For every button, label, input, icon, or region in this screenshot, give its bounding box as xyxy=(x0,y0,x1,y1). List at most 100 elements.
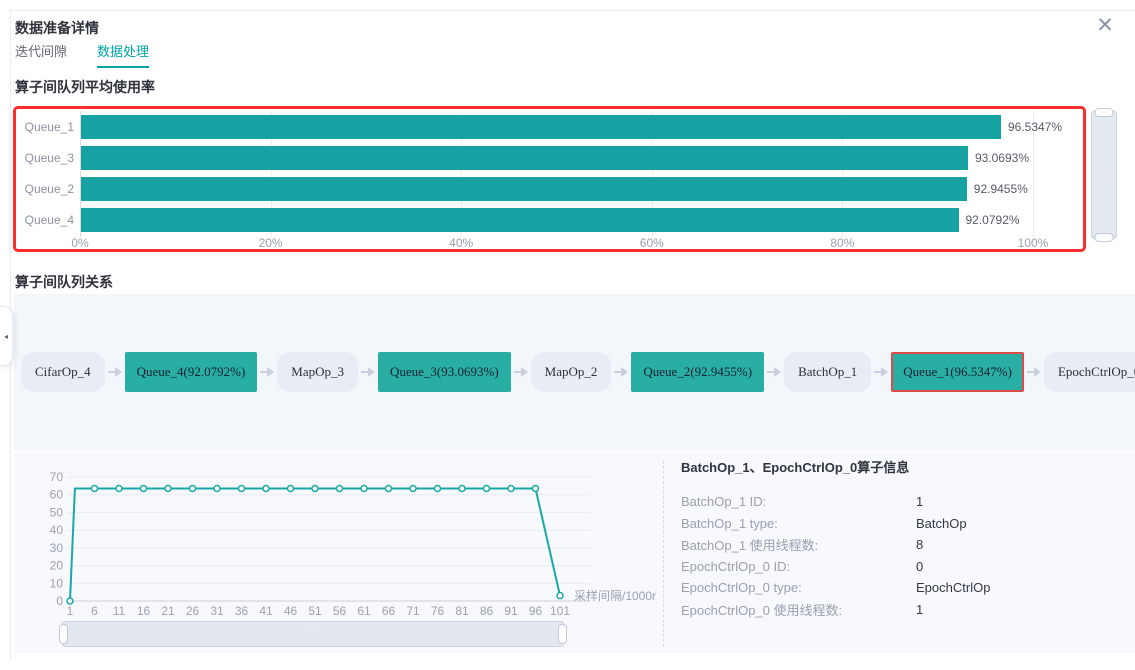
data-point-marker[interactable] xyxy=(557,593,563,599)
tab-data-processing[interactable]: 数据处理 xyxy=(97,41,149,68)
info-row-value: 8 xyxy=(916,537,923,552)
horizontal-scrollbar[interactable]: ⋯ xyxy=(62,621,564,647)
x-axis-tick-label: 51 xyxy=(308,604,322,618)
tab-bar: 迭代间隙 数据处理 xyxy=(15,41,149,68)
data-point-marker[interactable] xyxy=(263,486,269,492)
y-axis-tick-label: 20 xyxy=(50,559,64,573)
x-axis-tick-label: 61 xyxy=(357,604,371,618)
y-axis-tick-label: 60 xyxy=(50,488,64,502)
x-axis-tick-label: 66 xyxy=(382,604,396,618)
y-axis-tick-label: 0 xyxy=(56,594,63,608)
x-axis-tick-label: 11 xyxy=(113,604,126,618)
section-title-queue-usage: 算子间队列平均使用率 xyxy=(15,77,155,97)
bar-value-label: 96.5347% xyxy=(1008,120,1062,134)
bar-plot-area: 0%20%40%60%80%100%Queue_196.5347%Queue_3… xyxy=(16,109,1083,249)
data-point-marker[interactable] xyxy=(67,598,73,604)
bar-value-label: 92.9455% xyxy=(974,182,1028,196)
data-point-marker[interactable] xyxy=(214,486,220,492)
detail-panel: 0102030405060701611162126313641465156616… xyxy=(14,453,1135,654)
info-row-value: 1 xyxy=(916,494,923,509)
x-axis-tick-label: 36 xyxy=(235,604,249,618)
flow-node-queue_4[interactable]: Queue_4(92.0792%) xyxy=(125,352,258,392)
x-axis-tick-label: 101 xyxy=(550,604,570,618)
flow-node-batchop_1[interactable]: BatchOp_1 xyxy=(784,352,871,392)
x-axis-tick-label: 100% xyxy=(1003,236,1063,250)
flow-node-queue_2[interactable]: Queue_2(92.9455%) xyxy=(631,352,764,392)
bar-category-label: Queue_2 xyxy=(16,182,74,196)
flow-node-queue_1[interactable]: Queue_1(96.5347%) xyxy=(891,352,1024,392)
data-point-marker[interactable] xyxy=(141,486,147,492)
scrollbar-grip-icon: ⋯⋯ xyxy=(1100,171,1109,179)
info-row: EpochCtrlOp_0 type:EpochCtrlOp xyxy=(681,577,1121,599)
data-point-marker[interactable] xyxy=(190,486,196,492)
x-axis-tick-label: 26 xyxy=(186,604,200,618)
x-axis-tick-label: 46 xyxy=(284,604,298,618)
y-axis-tick-label: 10 xyxy=(50,576,64,590)
data-point-marker[interactable] xyxy=(337,486,343,492)
data-point-marker[interactable] xyxy=(116,486,122,492)
info-row-value: BatchOp xyxy=(916,516,967,531)
pipeline-node-row: CifarOp_4 Queue_4(92.0792%) MapOp_3 Queue_3… xyxy=(21,350,1103,394)
x-axis-tick-label: 56 xyxy=(333,604,347,618)
x-axis-tick-label: 80% xyxy=(812,236,872,250)
flow-node-epochctrlop_0[interactable]: EpochCtrlOp_0 xyxy=(1044,352,1135,392)
x-axis-tick-label: 31 xyxy=(210,604,224,618)
bar-category-label: Queue_4 xyxy=(16,213,74,227)
x-axis-tick-label: 21 xyxy=(161,604,175,618)
x-axis-tick-label: 60% xyxy=(622,236,682,250)
data-point-marker[interactable] xyxy=(165,486,171,492)
page-title: 数据准备详情 xyxy=(15,18,99,38)
data-point-marker[interactable] xyxy=(435,486,441,492)
collapse-panel-button[interactable]: ◂ xyxy=(0,306,13,366)
queue-relation-diagram: CifarOp_4 Queue_4(92.0792%) MapOp_3 Queue_3… xyxy=(14,294,1135,450)
data-point-marker[interactable] xyxy=(386,486,392,492)
usage-bar[interactable] xyxy=(81,177,967,201)
usage-bar[interactable] xyxy=(81,146,968,170)
flow-node-mapop_3[interactable]: MapOp_3 xyxy=(277,352,358,392)
scrollbar-handle-right[interactable] xyxy=(558,624,567,644)
queue-sampling-line-chart[interactable]: 0102030405060701611162126313641465156616… xyxy=(34,461,664,623)
flow-arrow-icon xyxy=(361,371,373,373)
x-axis-tick-label: 40% xyxy=(431,236,491,250)
data-point-marker[interactable] xyxy=(459,486,465,492)
info-row: BatchOp_1 使用线程数:8 xyxy=(681,534,1121,556)
data-point-marker[interactable] xyxy=(92,486,98,492)
panel-divider xyxy=(663,461,664,647)
flow-node-cifarop_4[interactable]: CifarOp_4 xyxy=(21,352,105,392)
info-row-label: BatchOp_1 使用线程数: xyxy=(681,535,916,554)
data-point-marker[interactable] xyxy=(312,486,318,492)
bar-category-label: Queue_1 xyxy=(16,120,74,134)
vertical-scrollbar[interactable]: ⋯⋯ xyxy=(1091,111,1117,239)
scrollbar-handle-bottom[interactable] xyxy=(1095,233,1114,242)
flow-node-queue_3[interactable]: Queue_3(93.0693%) xyxy=(378,352,511,392)
section-title-queue-relation: 算子间队列关系 xyxy=(15,272,113,292)
close-icon[interactable]: ✕ xyxy=(1092,13,1118,39)
scrollbar-handle-left[interactable] xyxy=(59,624,68,644)
usage-bar[interactable] xyxy=(81,115,1001,139)
info-row-label: EpochCtrlOp_0 type: xyxy=(681,580,916,595)
tab-iteration-gap[interactable]: 迭代间隙 xyxy=(15,41,67,68)
flow-node-mapop_2[interactable]: MapOp_2 xyxy=(531,352,612,392)
x-axis-tick-label: 6 xyxy=(91,604,98,618)
data-point-marker[interactable] xyxy=(239,486,245,492)
info-row-label: EpochCtrlOp_0 使用线程数: xyxy=(681,600,916,619)
data-point-marker[interactable] xyxy=(410,486,416,492)
data-point-marker[interactable] xyxy=(508,486,514,492)
data-point-marker[interactable] xyxy=(533,486,539,492)
flow-arrow-icon xyxy=(874,371,886,373)
data-point-marker[interactable] xyxy=(288,486,294,492)
bar-value-label: 92.0792% xyxy=(966,213,1020,227)
data-point-marker[interactable] xyxy=(361,486,367,492)
info-row-label: EpochCtrlOp_0 ID: xyxy=(681,559,916,574)
flow-arrow-icon xyxy=(767,371,779,373)
info-row-label: BatchOp_1 type: xyxy=(681,516,916,531)
chevron-left-icon: ◂ xyxy=(4,332,8,341)
x-axis-tick-label: 41 xyxy=(259,604,273,618)
x-axis-tick-label: 81 xyxy=(455,604,469,618)
flow-arrow-icon xyxy=(614,371,626,373)
usage-bar[interactable] xyxy=(81,208,959,232)
card-top-border xyxy=(10,10,1135,11)
scrollbar-handle-top[interactable] xyxy=(1095,108,1114,117)
data-point-marker[interactable] xyxy=(484,486,490,492)
info-row-value: 1 xyxy=(916,602,923,617)
